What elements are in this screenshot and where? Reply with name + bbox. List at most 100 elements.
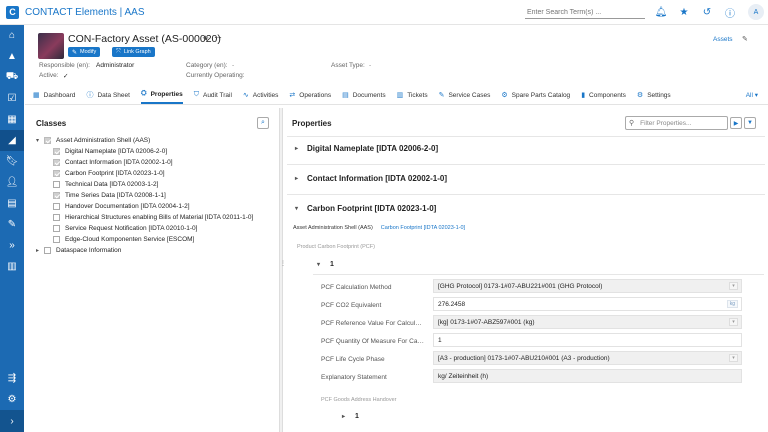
tab-activities[interactable]: ∿ Activities bbox=[243, 86, 279, 104]
panel-splitter[interactable] bbox=[279, 108, 283, 432]
tab-properties[interactable]: ⛭ Properties bbox=[140, 86, 183, 104]
tab-settings[interactable]: ⚙ Settings bbox=[637, 86, 671, 104]
checkbox[interactable] bbox=[44, 136, 51, 144]
expand-icon[interactable]: › bbox=[0, 410, 24, 432]
checkbox[interactable] bbox=[53, 169, 60, 177]
checkbox[interactable] bbox=[44, 246, 51, 254]
prop-label: PCF Calculation Method bbox=[321, 284, 392, 291]
tree-root-aas[interactable]: ▾ Asset Administration Shell (AAS) bbox=[36, 135, 150, 145]
global-search-input[interactable] bbox=[525, 6, 645, 19]
tools-icon[interactable]: ✎ bbox=[0, 214, 24, 235]
tree-item[interactable]: Edge-Cloud Komponenten Service [ESCOM] bbox=[53, 234, 194, 244]
chart-icon: ▮ bbox=[581, 92, 586, 99]
shield-icon: ⛉ bbox=[193, 91, 199, 98]
breadcrumb: Asset Administration Shell (AAS) Carbon F… bbox=[293, 225, 466, 231]
document-icon: ▤ bbox=[342, 92, 349, 99]
tree-item[interactable]: Service Request Notification [IDTA 02010… bbox=[53, 223, 197, 233]
tree-item[interactable]: Carbon Footprint [IDTA 02023-1-0] bbox=[53, 168, 165, 178]
assets-link[interactable]: Assets bbox=[713, 36, 733, 43]
tab-service-cases[interactable]: ✎ Service Cases bbox=[439, 86, 491, 104]
file-icon[interactable]: ▤ bbox=[0, 193, 24, 214]
tree-item[interactable]: Hierarchical Structures enabling Bills o… bbox=[53, 212, 253, 222]
checkbox[interactable] bbox=[53, 180, 60, 188]
chevron-right-icon: ▸ bbox=[342, 414, 346, 420]
pcf-item-toggle[interactable]: ▾ 1 bbox=[317, 261, 334, 268]
pcf-calculation-method-field[interactable]: [GHG Protocol] 0173-1#07-ABU221#001 (GHG… bbox=[433, 279, 742, 293]
chevron-down-icon: ▾ bbox=[317, 262, 321, 268]
rail-bottom: ⇶ ⚙ › bbox=[0, 368, 24, 432]
cart-icon[interactable]: ⛟ bbox=[0, 67, 24, 88]
tree-item[interactable]: Technical Data [IDTA 02003-1-2] bbox=[53, 179, 158, 189]
forward-icon[interactable]: » bbox=[0, 235, 24, 256]
chevron-down-icon[interactable]: ▾ bbox=[729, 354, 738, 362]
checkbox[interactable] bbox=[53, 213, 60, 221]
activity-icon: ∿ bbox=[242, 92, 249, 99]
favorite-star-icon[interactable]: ★ bbox=[202, 34, 209, 43]
filter-options-button[interactable]: ▼ bbox=[744, 117, 756, 129]
section-carbon-footprint[interactable]: ▾ Carbon Footprint [IDTA 02023-1-0] bbox=[295, 204, 436, 213]
table-icon[interactable]: ▦ bbox=[0, 109, 24, 130]
responsible-value: Administrator bbox=[96, 62, 135, 69]
avatar[interactable]: A bbox=[748, 4, 764, 20]
tab-data-sheet[interactable]: ⓘ Data Sheet bbox=[86, 86, 130, 104]
prop-label: PCF Life Cycle Phase bbox=[321, 356, 385, 363]
star-icon[interactable]: ★ bbox=[676, 4, 692, 20]
tab-dashboard[interactable]: ▦ Dashboard bbox=[33, 86, 75, 104]
sliders-icon[interactable]: ⇶ bbox=[0, 368, 24, 389]
checkbox[interactable] bbox=[53, 191, 60, 199]
checklist-icon[interactable]: ☑ bbox=[0, 88, 24, 109]
home-icon[interactable]: ⌂ bbox=[0, 25, 24, 46]
goods-address-item-toggle[interactable]: ▸ 1 bbox=[342, 413, 359, 420]
pencil-icon: ✎ bbox=[72, 49, 78, 56]
tab-audit-trail[interactable]: ⛉ Audit Trail bbox=[194, 86, 232, 104]
history-icon[interactable]: ↺ bbox=[699, 4, 715, 20]
info-icon[interactable]: ⓘ bbox=[722, 4, 738, 20]
section-digital-nameplate[interactable]: ▸ Digital Nameplate [IDTA 02006-2-0] bbox=[295, 144, 438, 153]
breadcrumb-link[interactable]: Carbon Footprint [IDTA 02023-1-0] bbox=[381, 225, 465, 231]
tree-item[interactable]: Contact Information [IDTA 02002-1-0] bbox=[53, 157, 173, 167]
library-icon[interactable]: ▥ bbox=[0, 256, 24, 277]
checkbox[interactable] bbox=[53, 224, 60, 232]
link-graph-button[interactable]: ⤧ Link Graph bbox=[112, 47, 155, 57]
tree-item[interactable]: Digital Nameplate [IDTA 02006-2-0] bbox=[53, 146, 167, 156]
next-match-button[interactable]: ▶ bbox=[730, 117, 742, 129]
bookmark-icon[interactable]: 🔖︎ bbox=[0, 151, 24, 172]
explanatory-statement-field[interactable]: kg/ Zeiteinheit (h) bbox=[433, 369, 742, 383]
filter-properties-input[interactable]: ⚲ Filter Properties... bbox=[625, 116, 728, 130]
bell-icon[interactable]: 🔔︎ bbox=[653, 4, 669, 20]
tree-root-dataspace[interactable]: ▸ Dataspace Information bbox=[36, 245, 121, 255]
chart-icon[interactable]: ▲ bbox=[0, 46, 24, 67]
pcf-quantity-field[interactable]: 1 bbox=[433, 333, 742, 347]
user-gear-icon[interactable]: 👤︎ bbox=[0, 172, 24, 193]
edit-icon[interactable]: ✎ bbox=[742, 35, 748, 43]
chevron-right-icon: ▸ bbox=[295, 146, 299, 152]
pcf-life-cycle-phase-field[interactable]: [A3 - production] 0173-1#07-ABU210#001 (… bbox=[433, 351, 742, 365]
checkbox[interactable] bbox=[53, 235, 60, 243]
search-icon[interactable]: ⌕ bbox=[257, 117, 269, 129]
checkbox[interactable] bbox=[53, 158, 60, 166]
tabs-all-dropdown[interactable]: All ▾ bbox=[746, 91, 758, 99]
asset-icon[interactable]: ◢ bbox=[0, 130, 24, 151]
tab-tickets[interactable]: ▥ Tickets bbox=[397, 86, 428, 104]
tree-item[interactable]: Time Series Data [IDTA 02008-1-1] bbox=[53, 190, 166, 200]
more-icon[interactable]: ⋯ bbox=[214, 33, 222, 42]
settings-icon: ⚙ bbox=[636, 92, 644, 99]
tab-components[interactable]: ▮ Components bbox=[581, 86, 626, 104]
checkbox[interactable] bbox=[53, 202, 60, 210]
pcf-co2-equivalent-field[interactable]: 276.2458 kg bbox=[433, 297, 742, 311]
section-contact-information[interactable]: ▸ Contact Information [IDTA 02002-1-0] bbox=[295, 174, 447, 183]
tab-spare-parts-catalog[interactable]: ⚙ Spare Parts Catalog bbox=[501, 86, 570, 104]
settings-icon[interactable]: ⚙ bbox=[0, 389, 24, 410]
pcf-reference-value-field[interactable]: [kg] 0173-1#07-ABZ597#001 (kg) ▾ bbox=[433, 315, 742, 329]
tree-item[interactable]: Handover Documentation [IDTA 02004-1-2] bbox=[53, 201, 190, 211]
brand[interactable]: C CONTACT Elements | AAS bbox=[6, 5, 144, 19]
filter-icon: ⚲ bbox=[629, 120, 635, 127]
checkbox[interactable] bbox=[53, 147, 60, 155]
tab-documents[interactable]: ▤ Documents bbox=[342, 86, 386, 104]
chevron-down-icon[interactable]: ▾ bbox=[729, 282, 738, 290]
modify-button[interactable]: ✎ Modify bbox=[68, 47, 101, 57]
app-logo: C bbox=[6, 5, 19, 19]
tab-operations[interactable]: ⇄ Operations bbox=[289, 86, 331, 104]
properties-title: Properties bbox=[292, 119, 332, 128]
chevron-down-icon[interactable]: ▾ bbox=[729, 318, 738, 326]
